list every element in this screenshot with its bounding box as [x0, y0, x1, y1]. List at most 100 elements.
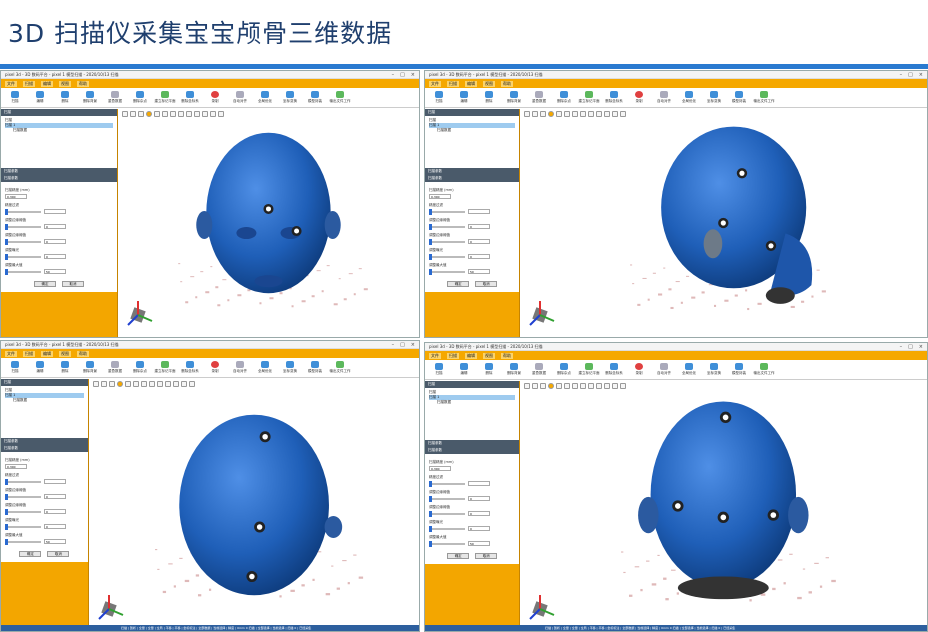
param-slider[interactable]: [5, 268, 41, 275]
ribbon-button-13[interactable]: 输出文件工作: [754, 91, 775, 104]
ribbon-button-6[interactable]: 建立标记平面: [579, 91, 600, 104]
minimize-icon[interactable]: –: [392, 72, 395, 78]
param-input[interactable]: 50: [468, 541, 490, 546]
menu-edit[interactable]: 编辑: [465, 80, 477, 87]
ribbon-button-8[interactable]: 录制: [205, 361, 225, 374]
ribbon-button-5[interactable]: 删除杂点: [130, 361, 150, 374]
menu-help[interactable]: 帮助: [501, 352, 513, 359]
tree-node-data[interactable]: 扫描数据: [5, 128, 113, 133]
ribbon-button-10[interactable]: 全局优化: [255, 91, 275, 104]
param-input[interactable]: 0: [44, 224, 66, 229]
cancel-button[interactable]: 取消: [62, 281, 85, 287]
param-input[interactable]: 0.300: [429, 194, 451, 199]
param-input[interactable]: 0: [468, 496, 490, 501]
param-input[interactable]: [44, 209, 66, 214]
ribbon-button-12[interactable]: 模型封装: [305, 91, 325, 104]
ribbon-button-1[interactable]: 编辑: [30, 91, 50, 104]
param-slider[interactable]: [429, 238, 465, 245]
param-input[interactable]: [468, 481, 490, 486]
ribbon-button-8[interactable]: 录制: [205, 91, 225, 104]
ribbon-button-3[interactable]: 删除背景: [80, 361, 100, 374]
menu-file[interactable]: 文件: [429, 352, 441, 359]
param-input[interactable]: 0: [44, 524, 66, 529]
param-slider[interactable]: [5, 538, 41, 545]
ribbon-button-13[interactable]: 输出文件工作: [330, 361, 351, 374]
param-input[interactable]: 0.300: [5, 464, 27, 469]
param-slider[interactable]: [429, 223, 465, 230]
ribbon-button-10[interactable]: 全局优化: [255, 361, 275, 374]
param-slider[interactable]: [5, 523, 41, 530]
ribbon-button-9[interactable]: 自动对齐: [654, 91, 674, 104]
param-input[interactable]: 50: [468, 269, 490, 274]
param-input[interactable]: [44, 479, 66, 484]
tree-node-data[interactable]: 扫描数据: [429, 128, 515, 133]
tree-node-data[interactable]: 扫描数据: [5, 398, 84, 403]
param-input[interactable]: 0: [468, 511, 490, 516]
cancel-button[interactable]: 取消: [475, 281, 498, 287]
param-input[interactable]: 0: [468, 526, 490, 531]
ribbon-button-6[interactable]: 建立标记平面: [579, 363, 600, 376]
3d-viewport[interactable]: [520, 381, 927, 631]
ribbon-button-12[interactable]: 模型封装: [305, 361, 325, 374]
param-input[interactable]: 0.300: [5, 194, 27, 199]
param-slider[interactable]: [5, 223, 41, 230]
menu-file[interactable]: 文件: [429, 80, 441, 87]
param-input[interactable]: 50: [44, 269, 66, 274]
param-slider[interactable]: [5, 508, 41, 515]
ribbon-button-10[interactable]: 全局优化: [679, 363, 699, 376]
ribbon-button-2[interactable]: 删除: [55, 361, 75, 374]
menu-view[interactable]: 视图: [59, 350, 71, 357]
param-input[interactable]: 0: [468, 239, 490, 244]
3d-viewport[interactable]: [520, 109, 927, 337]
ribbon-button-13[interactable]: 输出文件工作: [754, 363, 775, 376]
menu-view[interactable]: 视图: [483, 352, 495, 359]
param-slider[interactable]: [429, 480, 465, 487]
param-slider[interactable]: [5, 253, 41, 260]
menu-view[interactable]: 视图: [483, 80, 495, 87]
ribbon-button-11[interactable]: 坐标变换: [280, 91, 300, 104]
menu-edit[interactable]: 编辑: [41, 350, 53, 357]
param-slider[interactable]: [429, 253, 465, 260]
param-input[interactable]: 0: [468, 254, 490, 259]
maximize-icon[interactable]: □: [908, 344, 913, 350]
ribbon-button-3[interactable]: 删除背景: [504, 91, 524, 104]
menu-scan[interactable]: 扫描: [447, 80, 459, 87]
menu-file[interactable]: 文件: [5, 350, 17, 357]
ribbon-button-12[interactable]: 模型封装: [729, 363, 749, 376]
3d-viewport[interactable]: [88, 379, 419, 631]
maximize-icon[interactable]: □: [400, 72, 405, 78]
close-icon[interactable]: ×: [411, 72, 415, 78]
menu-help[interactable]: 帮助: [77, 350, 89, 357]
ribbon-button-5[interactable]: 删除杂点: [554, 363, 574, 376]
ribbon-button-5[interactable]: 删除杂点: [554, 91, 574, 104]
param-slider[interactable]: [429, 510, 465, 517]
ok-button[interactable]: 确定: [19, 551, 42, 557]
param-slider[interactable]: [5, 478, 41, 485]
ribbon-button-11[interactable]: 坐标变换: [704, 363, 724, 376]
ribbon-button-4[interactable]: 重叠数据: [105, 91, 125, 104]
ribbon-button-0[interactable]: 扫描: [5, 91, 25, 104]
ok-button[interactable]: 确定: [447, 281, 470, 287]
param-slider[interactable]: [5, 238, 41, 245]
ribbon-button-13[interactable]: 输出文件工作: [330, 91, 351, 104]
ribbon-button-0[interactable]: 扫描: [5, 361, 25, 374]
menu-edit[interactable]: 编辑: [465, 352, 477, 359]
ribbon-button-2[interactable]: 删除: [479, 91, 499, 104]
ribbon-button-6[interactable]: 建立标记平面: [155, 91, 176, 104]
ribbon-button-3[interactable]: 删除背景: [504, 363, 524, 376]
ribbon-button-5[interactable]: 删除杂点: [130, 91, 150, 104]
ribbon-button-1[interactable]: 编辑: [30, 361, 50, 374]
menu-help[interactable]: 帮助: [77, 80, 89, 87]
ribbon-button-7[interactable]: 删除坐标系: [180, 91, 200, 104]
ribbon-button-1[interactable]: 编辑: [454, 91, 474, 104]
ribbon-button-9[interactable]: 自动对齐: [230, 361, 250, 374]
ribbon-button-8[interactable]: 录制: [629, 91, 649, 104]
ribbon-button-4[interactable]: 重叠数据: [529, 363, 549, 376]
menu-help[interactable]: 帮助: [501, 80, 513, 87]
ribbon-button-6[interactable]: 建立标记平面: [155, 361, 176, 374]
param-input[interactable]: [468, 209, 490, 214]
menu-scan[interactable]: 扫描: [23, 80, 35, 87]
param-input[interactable]: 0: [44, 509, 66, 514]
ribbon-button-10[interactable]: 全局优化: [679, 91, 699, 104]
maximize-icon[interactable]: □: [908, 72, 913, 78]
